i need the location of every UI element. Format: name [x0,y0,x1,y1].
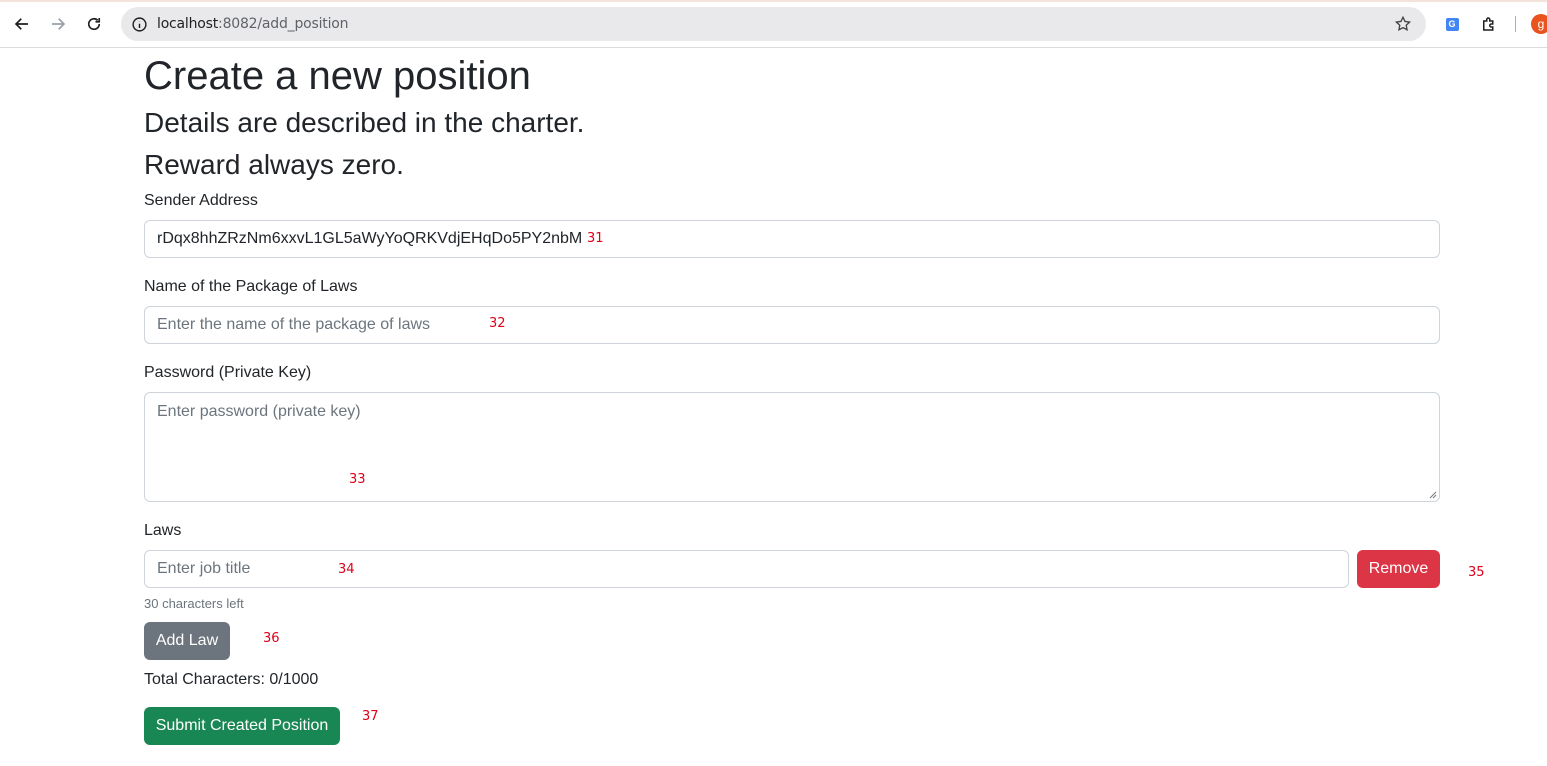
extensions-puzzle-icon[interactable] [1479,14,1499,34]
characters-left-text: 30 characters left [144,596,244,611]
submit-position-button[interactable]: Submit Created Position [144,707,340,745]
page-subtitle-reward: Reward always zero. [144,149,404,180]
back-button[interactable] [8,10,36,38]
marker-31: 31 [587,231,604,246]
sender-address-label: Sender Address [144,192,258,209]
marker-32: 32 [489,316,506,331]
url-path: :8082/add_position [218,16,349,32]
page-title: Create a new position [144,54,531,98]
reload-button[interactable] [80,10,108,38]
arrow-left-icon [14,18,28,30]
forward-button[interactable] [44,10,72,38]
marker-35: 35 [1468,565,1485,580]
translate-icon[interactable]: G [1442,14,1462,34]
page-subtitle-charter: Details are described in the charter. [144,107,585,138]
url-host: localhost [157,16,219,32]
package-name-label: Name of the Package of Laws [144,278,358,295]
address-bar[interactable]: localhost:8082/add_position [121,7,1426,41]
password-label: Password (Private Key) [144,364,312,381]
bookmark-star-icon[interactable] [1394,15,1412,33]
sender-address-value: rDqx8hhZRzNm6xxvL1GL5aWyYoQRKVdjEHqDo5PY… [157,230,583,247]
marker-34: 34 [338,562,355,577]
total-characters-text: Total Characters: 0/1000 [144,671,319,688]
package-name-input[interactable]: Enter the name of the package of laws [144,306,1440,344]
marker-33: 33 [349,472,366,487]
profile-avatar[interactable]: g [1531,14,1547,34]
password-textarea[interactable]: Enter password (private key) [144,392,1440,502]
laws-label: Laws [144,522,182,539]
marker-37: 37 [362,709,379,724]
url-text: localhost:8082/add_position [157,16,349,32]
add-law-button[interactable]: Add Law [144,622,230,660]
tab-strip-edge [0,0,1547,2]
marker-36: 36 [263,631,280,646]
password-placeholder: Enter password (private key) [157,403,361,420]
law-title-placeholder: Enter job title [157,560,251,577]
sender-address-input[interactable]: rDqx8hhZRzNm6xxvL1GL5aWyYoQRKVdjEHqDo5PY… [144,220,1440,258]
reload-icon [87,17,101,31]
package-name-placeholder: Enter the name of the package of laws [157,316,431,333]
remove-law-button[interactable]: Remove [1357,550,1440,588]
browser-toolbar: localhost:8082/add_position G g [0,0,1547,48]
translate-glyph: G [1445,17,1459,31]
resize-grip-icon[interactable] [1427,489,1437,499]
toolbar-divider [1515,16,1516,32]
arrow-right-icon [52,18,66,30]
site-info-icon[interactable] [130,15,148,33]
law-title-input[interactable]: Enter job title [144,550,1349,588]
